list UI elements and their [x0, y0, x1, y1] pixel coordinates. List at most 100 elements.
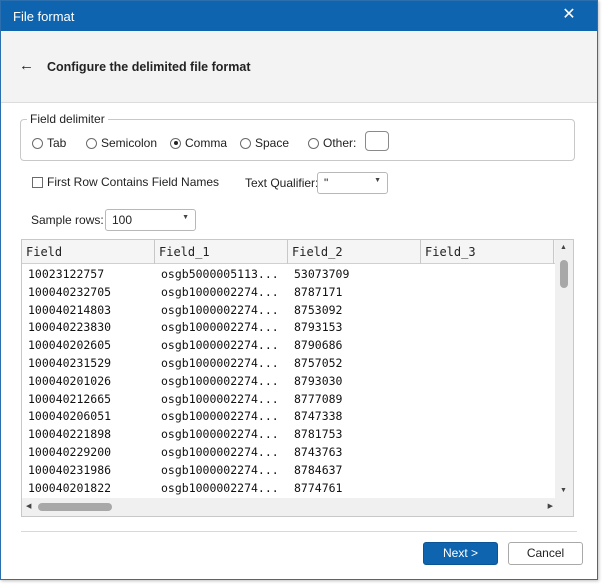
- scroll-left-icon[interactable]: ◀: [26, 502, 31, 510]
- radio-other-label: Other:: [323, 136, 357, 150]
- chevron-down-icon: ▼: [374, 177, 381, 184]
- radio-semicolon-label: Semicolon: [101, 136, 158, 150]
- table-cell: 100040214803: [28, 302, 112, 317]
- table-cell: osgb1000002274...: [161, 444, 279, 459]
- table-cell: 8774761: [294, 480, 343, 495]
- table-cell: osgb1000002274...: [161, 427, 279, 442]
- table-cell: 8793030: [294, 373, 343, 388]
- radio-tab-label: Tab: [47, 136, 67, 150]
- table-cell: 8781753: [294, 427, 343, 442]
- table-cell: 100040201822: [28, 480, 112, 495]
- table-cell: 53073709: [294, 267, 350, 281]
- table-cell: [421, 408, 554, 426]
- column-header[interactable]: Field: [22, 240, 155, 264]
- scroll-up-icon[interactable]: ▲: [560, 244, 567, 251]
- table-row[interactable]: 100040202605 osgb1000002274... 8790686: [22, 337, 555, 355]
- grid-body: 10023122757 osgb5000005113... 53073709 1000…: [22, 266, 555, 497]
- table-row[interactable]: 100040212665 osgb1000002274... 8777089: [22, 391, 555, 409]
- table-cell: [421, 319, 554, 337]
- column-header[interactable]: Field_1: [155, 240, 288, 264]
- radio-comma[interactable]: Comma: [170, 136, 227, 150]
- horizontal-scrollbar[interactable]: ◀ ▶: [22, 498, 557, 516]
- table-row[interactable]: 100040201026 osgb1000002274... 8793030: [22, 373, 555, 391]
- scroll-down-icon[interactable]: ▼: [560, 487, 567, 494]
- table-cell: 8757052: [294, 355, 343, 370]
- text-qualifier-select[interactable]: " ▼: [317, 172, 388, 194]
- sample-rows-value: 100: [112, 213, 133, 227]
- table-row[interactable]: 100040221898 osgb1000002274... 8781753: [22, 426, 555, 444]
- column-header[interactable]: Field_2: [288, 240, 421, 264]
- sample-rows-label: Sample rows:: [31, 213, 104, 227]
- radio-space-label: Space: [255, 136, 290, 150]
- page-header: ← Configure the delimited file format: [1, 31, 597, 103]
- radio-semicolon[interactable]: Semicolon: [86, 136, 157, 150]
- next-button[interactable]: Next >: [423, 542, 498, 565]
- text-qualifier-value: ": [324, 176, 329, 190]
- field-delimiter-legend: Field delimiter: [27, 112, 108, 126]
- table-cell: osgb1000002274...: [161, 320, 279, 335]
- table-row[interactable]: 100040232705 osgb1000002274... 8787171: [22, 284, 555, 302]
- table-cell: 8787171: [294, 284, 343, 299]
- scroll-right-icon[interactable]: ▶: [548, 502, 553, 510]
- vertical-scroll-thumb[interactable]: [560, 260, 568, 288]
- table-cell: osgb1000002274...: [161, 284, 279, 299]
- radio-other[interactable]: Other:: [308, 136, 356, 150]
- column-header[interactable]: Field_3: [421, 240, 554, 264]
- table-cell: [421, 266, 554, 284]
- horizontal-scroll-thumb[interactable]: [38, 503, 112, 511]
- table-cell: 100040231986: [28, 462, 112, 477]
- page-title: Configure the delimited file format: [47, 60, 251, 74]
- sample-rows-select[interactable]: 100 ▼: [105, 209, 196, 231]
- radio-space[interactable]: Space: [240, 136, 289, 150]
- back-arrow-icon[interactable]: ←: [19, 57, 34, 74]
- table-cell: [421, 462, 554, 480]
- radio-comma-label: Comma: [185, 136, 228, 150]
- table-row[interactable]: 100040231529 osgb1000002274... 8757052: [22, 355, 555, 373]
- table-cell: [421, 302, 554, 320]
- radio-comma-circle[interactable]: [170, 137, 181, 149]
- window-title: File format: [13, 9, 75, 24]
- table-cell: 100040229200: [28, 444, 112, 459]
- table-cell: 100040201026: [28, 373, 112, 388]
- radio-tab[interactable]: Tab: [32, 136, 66, 150]
- table-cell: osgb1000002274...: [161, 391, 279, 406]
- title-bar: File format ✕: [1, 1, 597, 31]
- table-cell: 8743763: [294, 444, 343, 459]
- table-row[interactable]: 100040214803 osgb1000002274... 8753092: [22, 302, 555, 320]
- other-delimiter-input[interactable]: [365, 131, 389, 151]
- table-cell: osgb1000002274...: [161, 462, 279, 477]
- table-cell: 100040212665: [28, 391, 112, 406]
- radio-tab-circle[interactable]: [32, 137, 43, 149]
- scrollbar-corner: [555, 498, 573, 516]
- table-cell: 100040223830: [28, 320, 112, 335]
- file-format-dialog: File format ✕ ← Configure the delimited …: [0, 0, 598, 580]
- table-row[interactable]: 100040223830 osgb1000002274... 8793153: [22, 319, 555, 337]
- table-cell: [421, 444, 554, 462]
- table-row[interactable]: 100040231986 osgb1000002274... 8784637: [22, 462, 555, 480]
- table-cell: 100040221898: [28, 427, 112, 442]
- radio-semicolon-circle[interactable]: [86, 137, 97, 149]
- first-row-field-names-checkbox[interactable]: First Row Contains Field Names: [32, 175, 219, 189]
- close-icon[interactable]: ✕: [559, 4, 579, 26]
- table-cell: 8777089: [294, 391, 343, 406]
- table-cell: [421, 426, 554, 444]
- radio-other-circle[interactable]: [308, 137, 319, 149]
- table-row[interactable]: 100040229200 osgb1000002274... 8743763: [22, 444, 555, 462]
- table-cell: 8793153: [294, 320, 343, 335]
- table-cell: 8784637: [294, 462, 343, 477]
- radio-space-circle[interactable]: [240, 137, 251, 149]
- table-cell: osgb1000002274...: [161, 409, 279, 424]
- table-cell: 100040231529: [28, 355, 112, 370]
- table-cell: [421, 373, 554, 391]
- vertical-scrollbar[interactable]: ▲ ▼: [555, 240, 573, 498]
- table-cell: 8747338: [294, 409, 343, 424]
- table-cell: [421, 391, 554, 409]
- table-cell: [421, 355, 554, 373]
- table-row[interactable]: 10023122757 osgb5000005113... 53073709: [22, 266, 555, 284]
- sample-data-grid[interactable]: Field Field_1 Field_2 Field_3 1002312275…: [21, 239, 574, 517]
- cancel-button[interactable]: Cancel: [508, 542, 583, 565]
- table-row[interactable]: 100040201822 osgb1000002274... 8774761: [22, 480, 555, 498]
- first-row-checkbox-box[interactable]: [32, 176, 43, 188]
- table-row[interactable]: 100040206051 osgb1000002274... 8747338: [22, 408, 555, 426]
- table-cell: [421, 480, 554, 498]
